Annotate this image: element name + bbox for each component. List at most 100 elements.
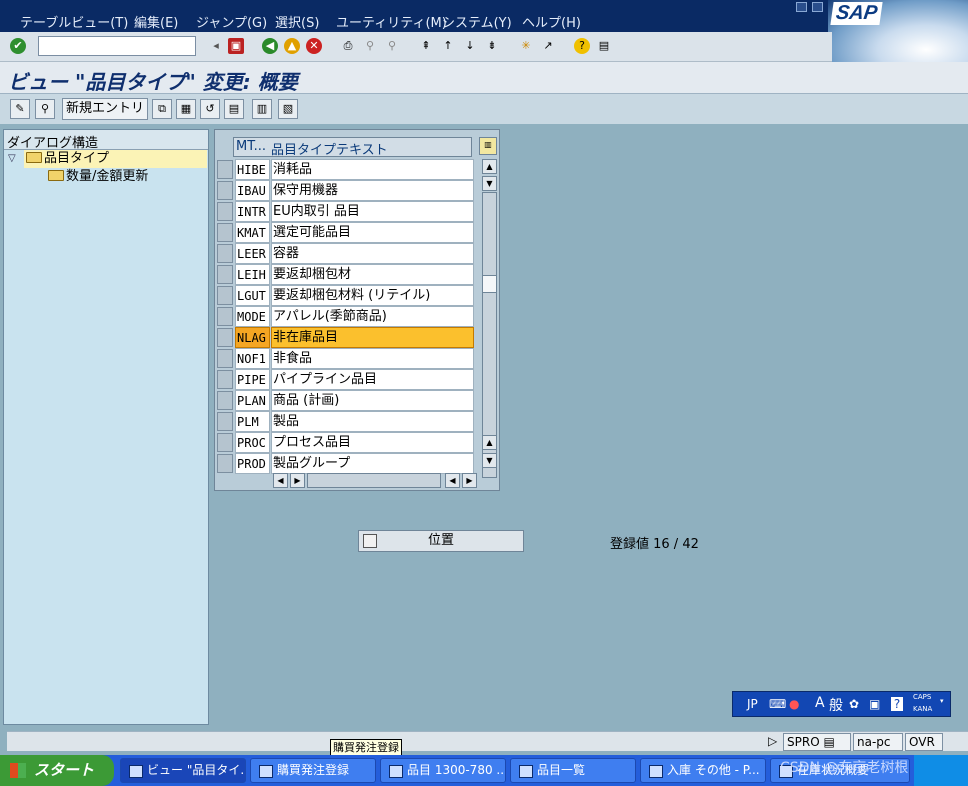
material-type-code[interactable]: PIPE [235, 369, 270, 390]
row-selector[interactable] [217, 223, 233, 242]
maximize-icon[interactable] [812, 2, 823, 12]
material-type-text[interactable]: 非食品 [271, 348, 474, 369]
save-icon[interactable]: ▣ [228, 38, 244, 54]
other-view-icon[interactable]: ⚲ [35, 99, 55, 119]
menu-goto[interactable]: ジャンプ(G) [196, 12, 267, 31]
task-material[interactable]: 品目 1300-780 ... [380, 758, 506, 783]
table-row[interactable]: LGUT 要返却梱包材料 (リテイル) [217, 285, 474, 306]
row-selector[interactable] [217, 349, 233, 368]
tree-node-material-types[interactable]: ▽ 品目タイプ [8, 150, 207, 168]
vertical-scrollbar-thumb[interactable] [482, 275, 497, 293]
layout-menu-icon[interactable]: ▤ [596, 38, 612, 54]
table-row[interactable]: LEIH 要返却梱包材 [217, 264, 474, 285]
new-session-icon[interactable]: ✳ [518, 38, 534, 54]
task-material-list[interactable]: 品目一覧 [510, 758, 636, 783]
material-type-text[interactable]: EU内取引 品目 [271, 201, 474, 222]
select-block-icon[interactable]: ▥ [252, 99, 272, 119]
material-type-code[interactable]: HIBE [235, 159, 270, 180]
scroll-right-end-icon[interactable]: ▶ [462, 473, 477, 488]
material-type-code[interactable]: NLAG [235, 327, 270, 348]
ime-language[interactable]: JP [747, 697, 758, 711]
row-selector[interactable] [217, 286, 233, 305]
undo-change-icon[interactable]: ↺ [200, 99, 220, 119]
column-header-code[interactable]: MT... [236, 139, 266, 154]
cancel-icon[interactable]: ✕ [306, 38, 322, 54]
enter-icon[interactable]: ✔ [10, 38, 26, 54]
column-config-icon[interactable]: ▥ [479, 137, 497, 155]
table-row[interactable]: KMAT 選定可能品目 [217, 222, 474, 243]
status-expand-icon[interactable]: ▷ [765, 733, 780, 751]
ime-dictionary-icon[interactable]: ▣ [869, 697, 880, 711]
task-create-po[interactable]: 購買発注登録 [250, 758, 376, 783]
menu-edit[interactable]: 編集(E) [134, 12, 178, 31]
material-type-code[interactable]: PROD [235, 453, 270, 474]
table-row[interactable]: PROD 製品グループ [217, 453, 474, 474]
scroll-down-icon[interactable]: ▼ [482, 176, 497, 191]
row-selector[interactable] [217, 265, 233, 284]
table-row[interactable]: HIBE 消耗品 [217, 159, 474, 180]
row-selector[interactable] [217, 370, 233, 389]
table-row[interactable]: PIPE パイプライン品目 [217, 369, 474, 390]
material-type-code[interactable]: PLM [235, 411, 270, 432]
tree-node-quantity-value-update[interactable]: 数量/金額更新 [48, 168, 208, 186]
previous-page-icon[interactable]: ↑ [440, 38, 456, 54]
scroll-right-icon[interactable]: ▶ [290, 473, 305, 488]
material-type-code[interactable]: PLAN [235, 390, 270, 411]
material-type-text[interactable]: 製品 [271, 411, 474, 432]
table-row[interactable]: NOF1 非食品 [217, 348, 474, 369]
menu-utilities[interactable]: ユーティリティ(M) [336, 12, 447, 31]
table-row[interactable]: PLM 製品 [217, 411, 474, 432]
first-page-icon[interactable]: ⇞ [418, 38, 434, 54]
column-header-text[interactable]: 品目タイプテキスト [271, 139, 388, 158]
material-type-text[interactable]: 要返却梱包材料 (リテイル) [271, 285, 474, 306]
copy-as-icon[interactable]: ⧉ [152, 99, 172, 119]
next-page-icon[interactable]: ↓ [462, 38, 478, 54]
material-type-code[interactable]: PROC [235, 432, 270, 453]
table-row[interactable]: INTR EU内取引 品目 [217, 201, 474, 222]
new-entries-button[interactable]: 新規エントリ [62, 98, 148, 120]
scroll-page-down-icon[interactable]: ▼ [482, 453, 497, 468]
table-row[interactable]: MODE アパレル(季節商品) [217, 306, 474, 327]
row-selector[interactable] [217, 412, 233, 431]
last-page-icon[interactable]: ⇟ [484, 38, 500, 54]
table-row[interactable]: LEER 容器 [217, 243, 474, 264]
row-selector[interactable] [217, 391, 233, 410]
back-icon[interactable]: ◀ [262, 38, 278, 54]
row-selector[interactable] [217, 181, 233, 200]
shortcut-icon[interactable]: ↗ [540, 38, 556, 54]
row-selector[interactable] [217, 160, 233, 179]
input-mode-a[interactable]: A [815, 695, 825, 711]
row-selector[interactable] [217, 433, 233, 452]
table-row[interactable]: IBAU 保守用機器 [217, 180, 474, 201]
material-type-code[interactable]: KMAT [235, 222, 270, 243]
ime-pad-icon[interactable]: ● [789, 697, 799, 711]
scroll-up-icon[interactable]: ▲ [482, 159, 497, 174]
material-type-text[interactable]: アパレル(季節商品) [271, 306, 474, 327]
scroll-left-icon[interactable]: ◀ [273, 473, 288, 488]
menu-selection[interactable]: 選択(S) [275, 12, 319, 31]
scroll-left-end-icon[interactable]: ◀ [445, 473, 460, 488]
table-row[interactable]: PLAN 商品 (計画) [217, 390, 474, 411]
material-type-text[interactable]: 保守用機器 [271, 180, 474, 201]
horizontal-scrollbar-track[interactable] [307, 473, 441, 488]
select-all-icon[interactable]: ▤ [224, 99, 244, 119]
command-field[interactable] [38, 36, 196, 56]
table-row[interactable]: PROC プロセス品目 [217, 432, 474, 453]
ime-tool-icon[interactable]: ✿ [849, 697, 859, 711]
material-type-text[interactable]: パイプライン品目 [271, 369, 474, 390]
input-mode-general[interactable]: 般 [829, 695, 843, 715]
material-type-text[interactable]: 非在庫品目 [271, 327, 474, 348]
menu-table-view[interactable]: テーブルビュー(T) [20, 12, 128, 31]
table-row[interactable]: NLAG 非在庫品目 [217, 327, 474, 348]
ime-options-icon[interactable]: ▾ [940, 697, 944, 705]
start-button[interactable]: スタート [0, 755, 114, 786]
row-selector[interactable] [217, 307, 233, 326]
delete-icon[interactable]: ▦ [176, 99, 196, 119]
material-type-code[interactable]: IBAU [235, 180, 270, 201]
material-type-text[interactable]: 消耗品 [271, 159, 474, 180]
material-type-text[interactable]: 容器 [271, 243, 474, 264]
material-type-code[interactable]: LEIH [235, 264, 270, 285]
material-type-code[interactable]: LEER [235, 243, 270, 264]
row-selector[interactable] [217, 328, 233, 347]
material-type-text[interactable]: 要返却梱包材 [271, 264, 474, 285]
